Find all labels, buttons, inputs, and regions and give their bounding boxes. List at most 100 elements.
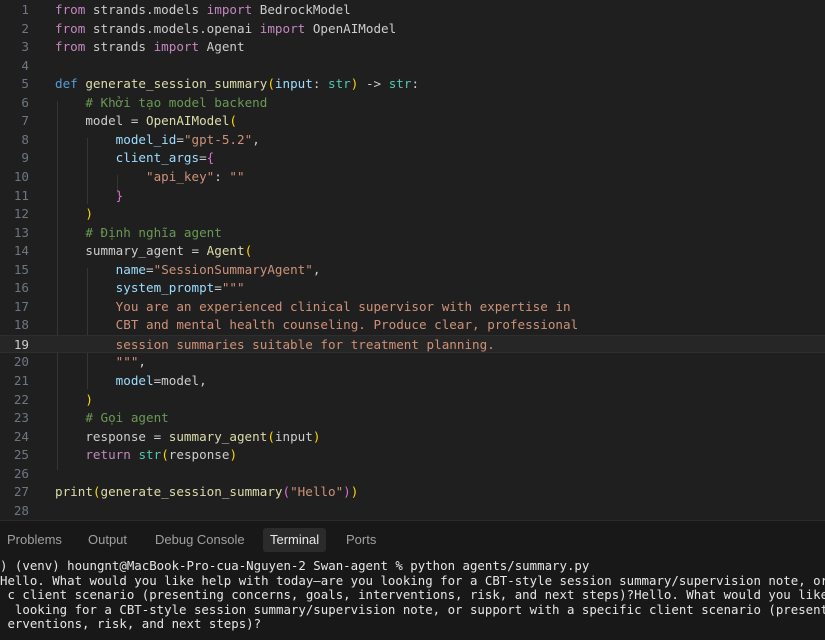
code-token: response (168, 447, 230, 463)
code-line[interactable]: 5 def generate_session_summary(input: str… (0, 75, 825, 94)
code-line[interactable]: 7 model = OpenAIModel( (0, 112, 825, 131)
code-token: = (199, 150, 207, 166)
code-token: generate_session_summary (85, 76, 268, 92)
code-text: model=model, (55, 372, 207, 391)
code-text: # Khởi tạo model backend (55, 94, 267, 113)
code-text: ) (55, 391, 93, 410)
code-token: You are an experienced clinical supervis… (115, 298, 571, 314)
code-line[interactable]: 21 model=model, (0, 372, 825, 391)
code-token: : (411, 76, 420, 92)
code-token: from (55, 2, 86, 17)
code-token: OpenAIModel (146, 113, 230, 129)
code-line[interactable]: 12 ) (0, 205, 825, 224)
code-line[interactable]: 23 # Gọi agent (0, 409, 825, 428)
bottom-panel: Problems Output Debug Console Terminal P… (0, 520, 825, 640)
terminal-output[interactable]: ) (venv) houngnt@MacBook-Pro-cua-Nguyen-… (0, 557, 825, 640)
code-line[interactable]: 15 name="SessionSummaryAgent", (0, 261, 825, 280)
line-number: 19 (13, 336, 29, 352)
code-text: # Gọi agent (55, 409, 169, 428)
code-token: , (312, 261, 321, 277)
tab-debug-console[interactable]: Debug Console (148, 528, 252, 552)
line-number: 12 (13, 206, 29, 222)
code-line[interactable]: 22 ) (0, 391, 825, 410)
line-number: 17 (13, 298, 29, 314)
code-token: # Gọi agent (85, 410, 169, 426)
code-line[interactable]: 18 CBT and mental health counseling. Pro… (0, 316, 825, 335)
code-line[interactable]: 3 from strands import Agent (0, 38, 825, 57)
code-token: "gpt-5.2" (183, 131, 253, 147)
code-token: # Định nghĩa agent (85, 224, 222, 240)
code-token: ) (312, 428, 321, 444)
line-number: 26 (13, 465, 29, 481)
code-text: response = summary_agent(input) (55, 428, 320, 447)
line-number: 5 (21, 76, 29, 92)
code-text: session summaries suitable for treatment… (55, 336, 495, 355)
code-token: str (138, 447, 162, 463)
code-line[interactable]: 9 client_args={ (0, 149, 825, 168)
code-token: summary_agent (168, 428, 268, 444)
code-line[interactable]: 11 } (0, 187, 825, 206)
line-number: 7 (21, 113, 29, 129)
code-token: summary_agent = (55, 243, 207, 259)
code-text: client_args={ (55, 149, 215, 168)
code-token: } (115, 187, 124, 203)
code-token: , (252, 131, 260, 147)
code-token: ) (343, 484, 351, 500)
tab-terminal[interactable]: Terminal (263, 528, 327, 552)
code-token: """ (115, 354, 139, 370)
code-line[interactable]: 14 summary_agent = Agent( (0, 242, 825, 261)
terminal-line: Hello. What would you like help with tod… (0, 572, 825, 588)
code-token: return (85, 447, 131, 463)
code-line[interactable]: 2 from strands.models.openai import OpenA… (0, 20, 825, 39)
line-number: 11 (13, 187, 29, 203)
panel-tabs: Problems Output Debug Console Terminal P… (0, 524, 825, 552)
code-line[interactable]: 10 "api_key": "" (0, 168, 825, 187)
code-token: response = (55, 428, 169, 444)
code-token: ( (161, 447, 169, 463)
code-text: CBT and mental health counseling. Produc… (55, 316, 579, 335)
code-token: def (55, 76, 78, 92)
code-line[interactable]: 13 # Định nghĩa agent (0, 224, 825, 243)
line-number: 28 (13, 502, 29, 518)
code-token: str (328, 76, 351, 92)
code-token: ( (92, 484, 101, 500)
code-line[interactable]: 16 system_prompt=""" (0, 279, 825, 298)
code-token: ) (85, 206, 93, 222)
code-editor[interactable]: 1 from strands.models import BedrockModel… (0, 0, 825, 520)
code-token: : (312, 76, 329, 92)
code-token: generate_session_summary (100, 484, 283, 500)
code-line[interactable]: 4 (0, 57, 825, 76)
code-line[interactable]: 17 You are an experienced clinical super… (0, 298, 825, 317)
code-line[interactable]: 8 model_id="gpt-5.2", (0, 131, 825, 150)
code-line[interactable]: 19 session summaries suitable for treatm… (0, 334, 825, 355)
code-line[interactable]: 26 (0, 465, 825, 484)
code-line[interactable]: 27 print(generate_session_summary("Hello"… (0, 483, 825, 502)
code-line[interactable]: 24 response = summary_agent(input) (0, 428, 825, 447)
code-line[interactable]: 20 """, (0, 353, 825, 372)
code-token: -> (358, 76, 389, 92)
code-line[interactable]: 1 from strands.models import BedrockModel (0, 1, 825, 20)
line-number: 18 (13, 317, 29, 333)
tab-output[interactable]: Output (81, 528, 134, 552)
tab-problems[interactable]: Problems (0, 528, 69, 552)
code-token: ( (282, 484, 291, 500)
code-token: Agent (206, 243, 245, 259)
tab-ports[interactable]: Ports (339, 528, 383, 552)
line-number: 20 (13, 354, 29, 370)
code-line[interactable]: 25 return str(response) (0, 446, 825, 465)
code-token: "SessionSummaryAgent" (153, 261, 313, 277)
code-line[interactable]: 28 (0, 502, 825, 520)
code-line[interactable]: 6 # Khởi tạo model backend (0, 94, 825, 113)
code-token: = (176, 131, 184, 147)
code-token: strands (85, 39, 154, 55)
